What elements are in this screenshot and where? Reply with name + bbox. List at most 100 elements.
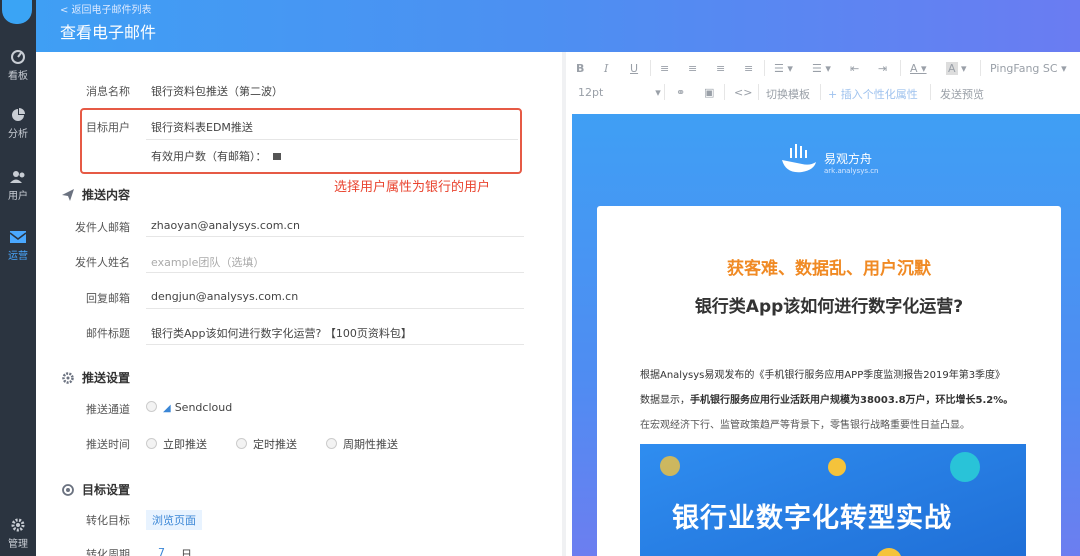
conversion-target-tag[interactable]: 浏览页面 bbox=[146, 510, 202, 530]
font-size-select[interactable]: 12pt ▾ bbox=[578, 86, 661, 99]
nav-item-operation[interactable]: 运营 bbox=[0, 230, 36, 262]
font-family-value: PingFang SC bbox=[990, 62, 1058, 75]
align-justify-icon[interactable]: ≡ bbox=[744, 62, 753, 75]
sender-email-label: 发件人邮箱 bbox=[75, 221, 130, 234]
image-icon[interactable]: ▣ bbox=[704, 86, 714, 99]
subject-field[interactable]: 银行类App该如何进行数字化运营? 【100页资料包】 bbox=[151, 325, 412, 341]
sender-email-field[interactable]: zhaoyan@analysys.com.cn bbox=[151, 219, 300, 232]
reply-email-field[interactable]: dengjun@analysys.com.cn bbox=[151, 290, 298, 303]
divider bbox=[146, 344, 524, 345]
insert-attribute-button[interactable]: + 插入个性化属性 bbox=[828, 86, 918, 102]
email-subheadline: 银行类App该如何进行数字化运营? bbox=[694, 297, 964, 317]
radio-button[interactable] bbox=[236, 438, 247, 449]
time-option-periodic[interactable]: 周期性推送 bbox=[326, 436, 398, 452]
italic-button[interactable]: I bbox=[604, 62, 608, 75]
nav-label: 管理 bbox=[8, 539, 28, 550]
nav-item-users[interactable]: 用户 bbox=[0, 170, 36, 202]
section-title: 推送内容 bbox=[82, 188, 131, 202]
nav-label: 分析 bbox=[8, 129, 28, 140]
nav-item-admin[interactable]: 管理 bbox=[0, 518, 36, 550]
side-nav: 看板 分析 用户 运营 管理 bbox=[0, 0, 36, 556]
radio-button[interactable] bbox=[146, 401, 157, 412]
channel-option[interactable]: ◢ Sendcloud bbox=[146, 401, 232, 414]
back-link[interactable]: < 返回电子邮件列表 bbox=[60, 1, 152, 16]
push-settings-section: 推送设置 bbox=[62, 369, 130, 386]
target-users-highlight bbox=[80, 108, 522, 174]
email-content-card: 获客难、数据乱、用户沉默 银行类App该如何进行数字化运营? 根据Analysy… bbox=[597, 206, 1061, 556]
send-preview-button[interactable]: 发送预览 bbox=[940, 86, 984, 102]
brand-name: 易观方舟 bbox=[824, 152, 873, 166]
coin-decoration bbox=[876, 548, 902, 556]
nav-label: 运营 bbox=[8, 251, 28, 262]
page-header: < 返回电子邮件列表 查看电子邮件 bbox=[36, 0, 1080, 52]
font-family-select[interactable]: PingFang SC ▾ bbox=[990, 62, 1067, 75]
whale-logo-icon bbox=[782, 144, 816, 173]
background-color-icon[interactable]: A ▾ bbox=[946, 62, 967, 75]
email-paragraph: 数据显示，手机银行服务应用行业活跃用户规模为38003.8万户，环比增长5.2%… bbox=[640, 391, 1013, 406]
valid-users-label: 有效用户数（有邮箱）： bbox=[151, 148, 281, 164]
email-paragraph: 根据Analysys易观发布的《手机银行服务应用APP季度监测报告2019年第3… bbox=[640, 370, 1006, 381]
page-title: 查看电子邮件 bbox=[60, 23, 157, 42]
font-color-icon[interactable]: A ▾ bbox=[910, 62, 927, 75]
toolbar-separator bbox=[650, 60, 651, 76]
conversion-period-value[interactable]: 7 bbox=[158, 546, 165, 556]
radio-button[interactable] bbox=[326, 438, 337, 449]
align-center-icon[interactable]: ≡ bbox=[688, 62, 697, 75]
email-form: 消息名称 银行资料包推送（第二波） 目标用户 银行资料表EDM推送 有效用户数（… bbox=[36, 52, 556, 556]
email-headline: 获客难、数据乱、用户沉默 bbox=[727, 259, 931, 279]
chart-decoration bbox=[828, 458, 846, 476]
toolbar-separator bbox=[820, 84, 821, 100]
radio-button[interactable] bbox=[146, 438, 157, 449]
time-option-scheduled[interactable]: 定时推送 bbox=[236, 436, 297, 452]
toolbar-separator bbox=[900, 60, 901, 76]
nav-label: 看板 bbox=[8, 71, 28, 82]
channel-label: 推送通道 bbox=[86, 403, 130, 416]
target-users-value: 银行资料表EDM推送 bbox=[151, 121, 253, 134]
underline-button[interactable]: U bbox=[630, 62, 638, 75]
toolbar-separator bbox=[930, 84, 931, 100]
conversion-target-label: 转化目标 bbox=[86, 514, 130, 527]
switch-template-button[interactable]: 切换模板 bbox=[766, 86, 810, 102]
indent-icon[interactable]: ⇥ bbox=[878, 62, 887, 75]
users-icon bbox=[10, 171, 25, 183]
bullet-list-icon[interactable]: ☰ ▾ bbox=[774, 62, 793, 75]
app-logo[interactable] bbox=[2, 0, 32, 24]
outdent-icon[interactable]: ⇤ bbox=[850, 62, 859, 75]
divider bbox=[146, 139, 518, 140]
target-users-label: 目标用户 bbox=[86, 121, 130, 134]
valid-users-text: 有效用户数（有邮箱）： bbox=[151, 150, 267, 163]
link-icon[interactable]: ⚭ bbox=[676, 86, 685, 99]
para-prefix: 数据显示， bbox=[640, 395, 690, 406]
conversion-period-label: 转化周期 bbox=[86, 548, 130, 556]
time-option-label: 周期性推送 bbox=[343, 438, 398, 451]
mail-icon bbox=[9, 231, 27, 243]
sender-name-field[interactable]: example团队（选填） bbox=[151, 254, 264, 270]
divider bbox=[146, 308, 524, 309]
subject-label: 邮件标题 bbox=[86, 327, 130, 340]
align-right-icon[interactable]: ≡ bbox=[716, 62, 725, 75]
bold-button[interactable]: B bbox=[576, 62, 584, 75]
align-left-icon[interactable]: ≡ bbox=[660, 62, 669, 75]
message-name-value: 银行资料包推送（第二波） bbox=[151, 85, 283, 98]
para-bold: 手机银行服务应用行业活跃用户规模为38003.8万户，环比增长5.2%。 bbox=[690, 395, 1014, 406]
code-button[interactable]: <> bbox=[734, 86, 752, 99]
coin-decoration bbox=[660, 456, 680, 476]
brand-url: ark.analysys.cn bbox=[824, 167, 879, 175]
toolbar-separator bbox=[664, 84, 665, 100]
annotation-text: 选择用户属性为银行的用户 bbox=[334, 180, 491, 195]
email-editor: B I U ≡ ≡ ≡ ≡ ☰ ▾ ☰ ▾ ⇤ ⇥ A ▾ A ▾ PingFa… bbox=[566, 52, 1080, 556]
numbered-list-icon[interactable]: ☰ ▾ bbox=[812, 62, 831, 75]
time-option-immediate[interactable]: 立即推送 bbox=[146, 436, 207, 452]
pie-chart-icon bbox=[12, 108, 25, 121]
nav-item-analysis[interactable]: 分析 bbox=[0, 108, 36, 140]
section-title: 目标设置 bbox=[82, 483, 131, 497]
channel-value: Sendcloud bbox=[174, 401, 233, 414]
toolbar-separator bbox=[980, 60, 981, 76]
nav-item-dashboard[interactable]: 看板 bbox=[0, 50, 36, 82]
gear-icon bbox=[62, 372, 74, 384]
sendcloud-icon: ◢ bbox=[163, 403, 171, 414]
email-paragraph: 在宏观经济下行、监管政策趋严等背景下，零售银行战略重要性日益凸显。 bbox=[640, 420, 970, 431]
email-banner: 银行业数字化转型实战 bbox=[640, 444, 1026, 556]
nav-label: 用户 bbox=[8, 191, 28, 202]
font-size-value: 12pt bbox=[578, 86, 604, 99]
